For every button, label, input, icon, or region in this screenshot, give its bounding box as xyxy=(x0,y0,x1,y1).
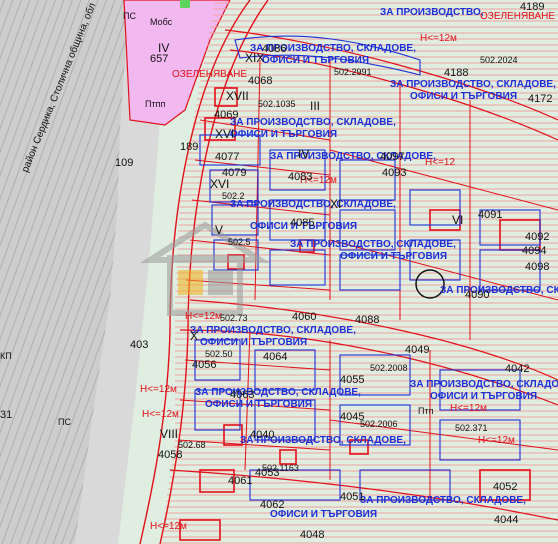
plot-number: 4056 xyxy=(192,359,217,371)
plot-number: 4097 xyxy=(380,151,405,163)
plot-number: 4040 xyxy=(250,429,275,441)
cadastral-code: 502.371 xyxy=(455,423,488,433)
plot-number: 4069 xyxy=(214,109,239,121)
zone-roman-label: X xyxy=(190,329,199,343)
zone-roman-label: VIII xyxy=(160,427,179,441)
height-limit-label: Н<=12 xyxy=(425,157,456,168)
plot-657-label: 657 xyxy=(150,53,169,65)
cadastral-code: 502.50 xyxy=(205,349,233,359)
zoning-text: ЗА ПРОИЗВОДСТВО, СКЛАДОВЕ, xyxy=(360,495,526,506)
zone-roman-label: III xyxy=(310,99,321,113)
zoning-text: ЗА ПРОИЗВОДСТВО, СКЛАДОВЕ, xyxy=(410,379,558,390)
plot-number: 4051 xyxy=(340,491,365,503)
plot-number: 4049 xyxy=(405,344,430,356)
ozelenyavane-right-label: ОЗЕЛЕНЯВАНЕ xyxy=(480,11,556,22)
plot-number: 4083 xyxy=(288,171,313,183)
plot-number: 4064 xyxy=(263,351,288,363)
zoning-text: ЗА ПРОИЗВОДСТВО, СКЛАДОВЕ, xyxy=(270,151,436,162)
plot-number: 4092 xyxy=(525,231,550,243)
ptp-label: Птп xyxy=(418,406,434,416)
zoning-text: ЗА ПРОИЗВОДСТВО, СКЛАДОВЕ, xyxy=(195,387,361,398)
ptpp-label: Птпп xyxy=(145,99,166,109)
plot-number: 4060 xyxy=(292,311,317,323)
plot-number: 4093 xyxy=(382,167,407,179)
zone-roman-label: VI xyxy=(452,213,464,227)
zone-roman-label: IV xyxy=(298,147,310,161)
height-limit-label: Н<=12м xyxy=(420,33,457,44)
mobs-label: Мобс xyxy=(150,17,173,27)
zoning-text: ЗА ПРОИЗВОДСТВО, СКЛАДОВЕ, xyxy=(290,239,456,250)
plot-number: 4068 xyxy=(248,75,273,87)
height-limit-label: Н<=12м xyxy=(140,384,177,395)
cadastral-code: 502.5 xyxy=(228,237,251,247)
cadastral-code: 502.73 xyxy=(220,313,248,323)
cadastral-code: 502.2008 xyxy=(370,363,408,373)
plot-403-label: 403 xyxy=(130,339,149,351)
height-limit-label: Н<=12м xyxy=(185,311,222,322)
zoning-text: ОФИСИ И ТЪРГОВИЯ xyxy=(230,129,338,140)
zoning-text: ОФИСИ И ТЪРГОВИЯ xyxy=(205,399,313,410)
zoning-text: ЗА ПРОИЗВОДСТВО, СКЛАДОВЕ, xyxy=(390,79,556,90)
map-canvas: ПС Мобс IV 657 ОЗЕЛЕНЯВАНЕ Птпп 189 109 … xyxy=(0,0,558,544)
plot-number: 4042 xyxy=(505,363,530,375)
cadastral-code: 502.2991 xyxy=(334,67,372,77)
plot-number: 4189 xyxy=(520,1,545,13)
plot-number: 4052 xyxy=(493,481,518,493)
plot-number: 4079 xyxy=(222,167,247,179)
plot-number: 4048 xyxy=(300,529,325,541)
cadastral-code: 502.2024 xyxy=(480,55,518,65)
height-limit-label: Н<=12м xyxy=(478,435,515,446)
plot-number: 4090 xyxy=(465,289,490,301)
plot-number: 4085 xyxy=(290,217,315,229)
cadastral-code: 502.1163 xyxy=(262,463,299,473)
plot-109-label: 109 xyxy=(115,157,134,169)
zoning-text: ОФИСИ И ТЪРГОВИЯ xyxy=(270,509,378,520)
kp-label: КП xyxy=(0,351,12,361)
ps-top-label: ПС xyxy=(123,11,136,21)
plot-number: 4086 xyxy=(262,43,287,55)
zone-roman-label: XVII xyxy=(226,89,249,103)
zone-roman-label: XVI xyxy=(210,177,230,191)
cadastral-code: 502.1035 xyxy=(258,99,296,109)
cadastral-code: 502.68 xyxy=(178,440,206,450)
cadastral-code: 502.2 xyxy=(222,191,245,201)
height-limit-label: Н<=12м xyxy=(150,521,187,532)
plot-number: 4088 xyxy=(355,314,380,326)
ozelenyavane-left-label: ОЗЕЛЕНЯВАНЕ xyxy=(172,69,248,80)
zoning-text: ОФИСИ И ТЪРГОВИЯ xyxy=(340,251,448,262)
plot-number: 4055 xyxy=(340,374,365,386)
zoning-text: ОФИСИ И ТЪРГОВИЯ xyxy=(410,91,518,102)
zoning-text: ОФИСИ И ТЪРГОВИЯ xyxy=(200,337,308,348)
zoning-text: ОФИСИ И ТЪРГОВИЯ xyxy=(262,55,370,66)
zoning-text: ЗА ПРОИЗВОДСТВО, СКЛАДОВЕ, xyxy=(230,199,396,210)
plot-number: 4062 xyxy=(260,499,285,511)
plot-number: 4188 xyxy=(444,67,469,79)
zone-roman-label: V xyxy=(215,223,224,237)
zoning-text: ЗА ПРОИЗВОДСТВО, СКЛАДОВЕ, xyxy=(230,117,396,128)
zoning-text: ОФИСИ И ТЪРГОВИЯ xyxy=(430,391,538,402)
plot-number: 4098 xyxy=(525,261,550,273)
zoning-text: ЗА ПРОИЗВОДСТВО, СКЛАДОВЕ, xyxy=(440,285,558,296)
height-limit-label: Н<=12м xyxy=(450,403,487,414)
cadastral-code: 502.2006 xyxy=(360,419,398,429)
ps-bottom-label: ПС xyxy=(58,417,71,427)
plot-31-label: 31 xyxy=(0,409,13,421)
plot-number: 4172 xyxy=(528,93,553,105)
plot-number: 4044 xyxy=(494,514,519,526)
plot-number: 4091 xyxy=(478,209,503,221)
plot-number: 4063 xyxy=(230,389,255,401)
zone-roman-label: XI xyxy=(330,197,342,211)
plot-number: 4061 xyxy=(228,475,253,487)
plot-number: 4077 xyxy=(215,151,240,163)
plot-189-label: 189 xyxy=(180,141,199,153)
zone-roman-label: XVI xyxy=(215,127,235,141)
plot-number: 4094 xyxy=(522,245,547,257)
height-limit-label: Н<=12м xyxy=(142,409,179,420)
plot-number: 4058 xyxy=(158,449,183,461)
zoning-text: ЗА ПРОИЗВОДСТВО, xyxy=(380,7,484,18)
zoning-text: ЗА ПРОИЗВОДСТВО, СКЛАДОВЕ, xyxy=(190,325,356,336)
